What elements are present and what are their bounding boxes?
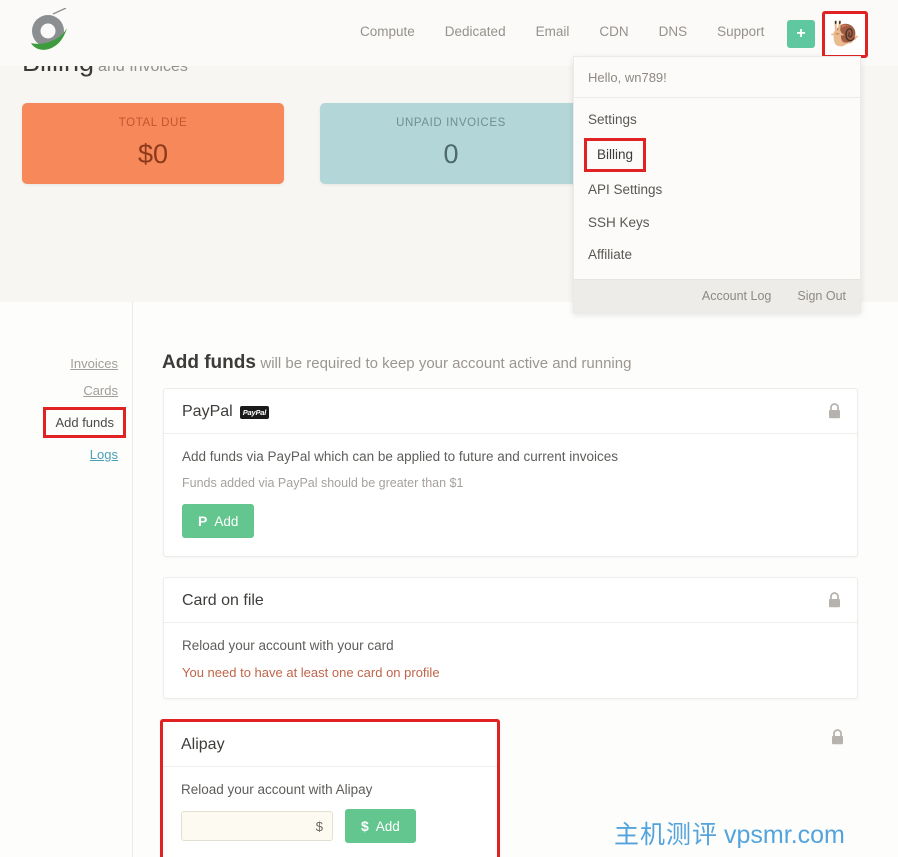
alipay-add-button[interactable]: $ Add — [345, 809, 416, 843]
alipay-pay-row: $ $ Add — [181, 809, 479, 843]
paypal-description: Add funds via PayPal which can be applie… — [182, 449, 619, 464]
dropdown-item-billing[interactable]: Billing — [584, 138, 647, 173]
alipay-description: Reload your account with Alipay — [181, 782, 373, 797]
dropdown-item-api-settings[interactable]: API Settings — [574, 174, 860, 206]
body-area: Invoices Cards Add funds Logs Add funds … — [0, 302, 898, 857]
main-content: Add funds will be required to keep your … — [148, 302, 878, 857]
card-on-file-body: Reload your account with your card You n… — [164, 623, 857, 698]
brand-logo-icon[interactable] — [22, 7, 74, 58]
billing-sidebar: Invoices Cards Add funds Logs — [0, 302, 133, 857]
dropdown-account-log-link[interactable]: Account Log — [702, 289, 772, 303]
nav-link-dns[interactable]: DNS — [659, 24, 688, 39]
lock-icon — [828, 592, 841, 613]
alipay-amount-input[interactable]: $ — [181, 811, 333, 841]
page-root: VPSMR.COM主机测评VPSMR.COM主机测评VPSMR.COM主机测评V… — [0, 0, 898, 857]
sidebar-item-logs[interactable]: Logs — [0, 441, 132, 468]
dropdown-items: Settings Billing API Settings SSH Keys A… — [574, 98, 860, 279]
avatar[interactable]: 🐌 — [822, 11, 868, 58]
add-new-button[interactable]: + — [787, 20, 815, 48]
bottom-watermark-en: vpsmr.com — [724, 821, 845, 849]
bottom-watermark-cn: 主机测评 — [614, 820, 719, 849]
lock-icon — [831, 729, 844, 750]
card-on-file-warning: You need to have at least one card on pr… — [182, 665, 440, 680]
dropdown-item-settings[interactable]: Settings — [574, 104, 860, 136]
paypal-card-header: PayPal PayPal — [164, 389, 857, 434]
paypal-add-button-label: Add — [214, 513, 239, 529]
dollar-icon: $ — [361, 818, 369, 834]
card-on-file-title: Card on file — [182, 592, 264, 609]
nav-link-dedicated[interactable]: Dedicated — [445, 24, 506, 39]
stat-card-total-due: TOTAL DUE $0 — [22, 103, 284, 184]
nav-links: Compute Dedicated Email CDN DNS Support — [360, 24, 764, 39]
nav-link-support[interactable]: Support — [717, 24, 764, 39]
alipay-card: Alipay Reload your account with Alipay $… — [160, 719, 500, 857]
paypal-card-title: PayPal — [182, 403, 233, 420]
card-on-file-card: Card on file Reload your account with yo… — [163, 577, 858, 699]
stat-label-unpaid-invoices: UNPAID INVOICES — [396, 117, 506, 129]
nav-link-compute[interactable]: Compute — [360, 24, 415, 39]
card-on-file-header: Card on file — [164, 578, 857, 623]
nav-link-cdn[interactable]: CDN — [599, 24, 628, 39]
dropdown-greeting: Hello, wn789! — [574, 57, 860, 98]
card-on-file-description: Reload your account with your card — [182, 638, 394, 653]
stat-label-total-due: TOTAL DUE — [118, 117, 188, 129]
paypal-p-icon: P — [198, 513, 208, 529]
bottom-watermark: 主机测评 vpsmr.com — [614, 815, 845, 851]
paypal-card: PayPal PayPal Add funds via PayPal which… — [163, 388, 858, 557]
dollar-suffix-icon: $ — [315, 818, 323, 834]
stat-value-total-due: $0 — [137, 139, 169, 169]
dropdown-footer: Account Log Sign Out — [574, 278, 860, 312]
sidebar-item-add-funds[interactable]: Add funds — [43, 407, 126, 438]
alipay-add-button-label: Add — [375, 818, 400, 834]
alipay-card-body: Reload your account with Alipay $ $ Add — [163, 767, 497, 857]
dropdown-item-ssh-keys[interactable]: SSH Keys — [574, 207, 860, 239]
paypal-badge-icon: PayPal — [239, 405, 270, 419]
dropdown-item-affiliate[interactable]: Affiliate — [574, 239, 860, 271]
lock-icon — [828, 403, 841, 424]
sidebar-item-cards[interactable]: Cards — [0, 377, 132, 404]
stat-value-unpaid-invoices: 0 — [443, 139, 459, 169]
account-dropdown: Hello, wn789! Settings Billing API Setti… — [573, 56, 861, 313]
stat-card-unpaid-invoices: UNPAID INVOICES 0 — [320, 103, 582, 184]
sidebar-item-invoices[interactable]: Invoices — [0, 350, 132, 377]
content-heading: Add funds will be required to keep your … — [148, 302, 878, 388]
nav-link-email[interactable]: Email — [536, 24, 570, 39]
paypal-card-body: Add funds via PayPal which can be applie… — [164, 434, 857, 556]
paypal-add-button[interactable]: P Add — [182, 504, 255, 538]
paypal-note: Funds added via PayPal should be greater… — [182, 476, 464, 490]
alipay-card-header: Alipay — [163, 722, 497, 767]
dropdown-sign-out-link[interactable]: Sign Out — [797, 289, 846, 303]
content-heading-sub: will be required to keep your account ac… — [260, 355, 632, 372]
snail-avatar-icon: 🐌 — [829, 20, 861, 48]
stat-cards: TOTAL DUE $0 UNPAID INVOICES 0 — [22, 103, 582, 184]
alipay-card-title: Alipay — [181, 736, 225, 753]
content-heading-main: Add funds — [162, 352, 256, 373]
